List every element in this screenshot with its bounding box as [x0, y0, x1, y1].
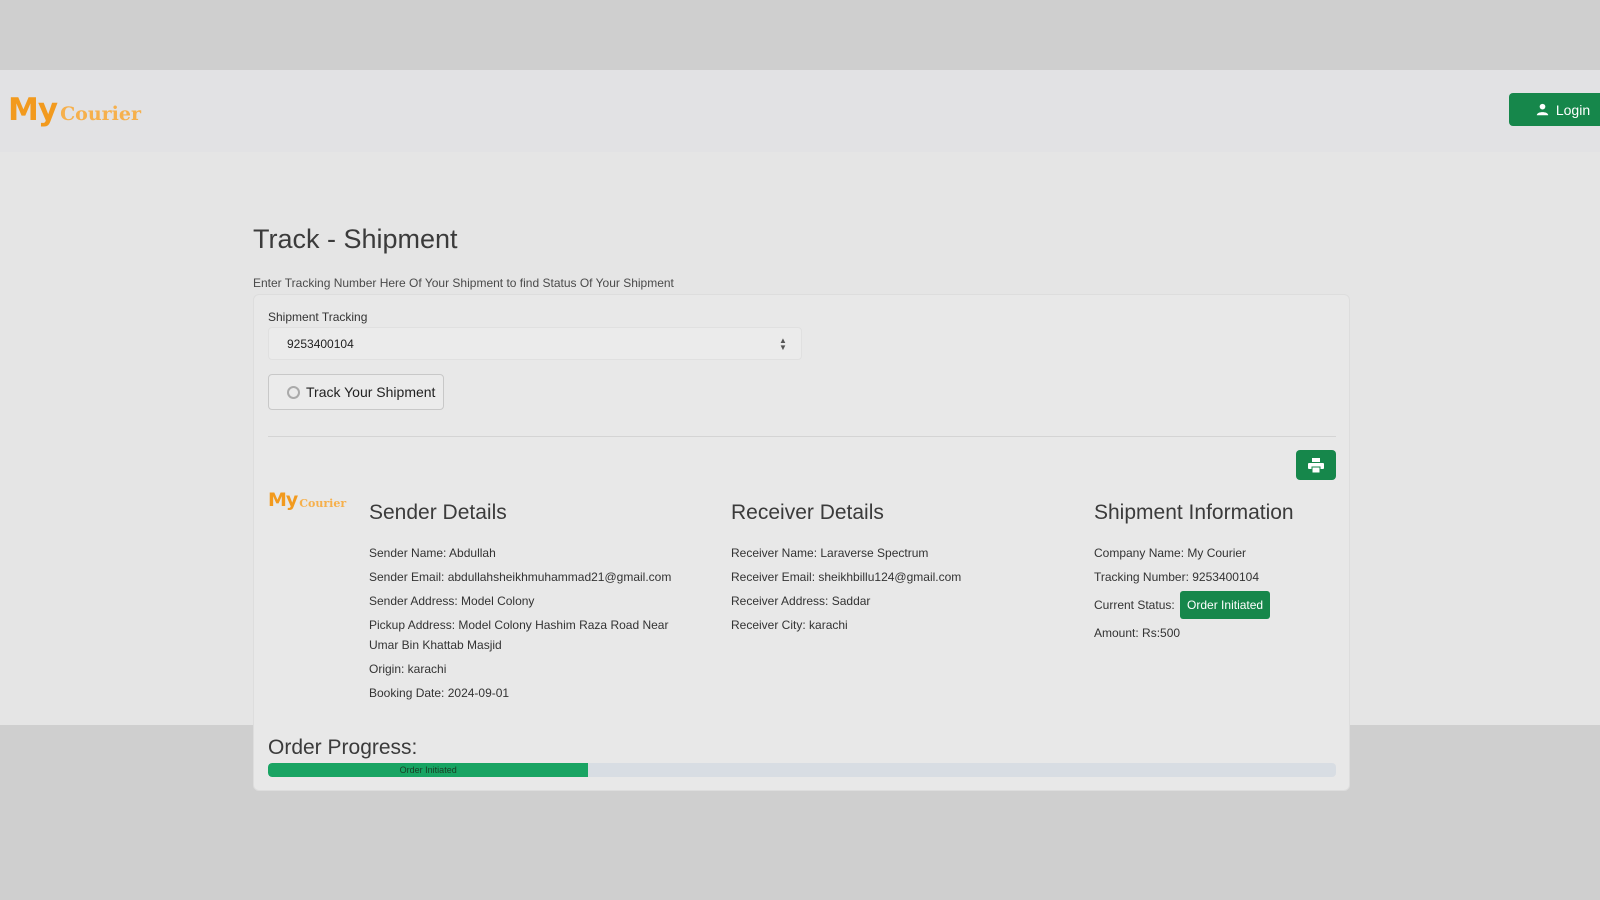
pickup-address: Pickup Address: Model Colony Hashim Raza…: [369, 618, 669, 652]
status-badge: Order Initiated: [1180, 591, 1271, 619]
company-name: Company Name: My Courier: [1094, 546, 1247, 560]
receipt-logo-my: My: [268, 489, 298, 511]
print-icon: [1308, 457, 1324, 473]
shipment-information: Shipment Information Company Name: My Co…: [1094, 501, 1334, 647]
receipt-logo: My Courier: [268, 491, 346, 510]
tracking-input[interactable]: [268, 327, 802, 360]
login-button[interactable]: Login: [1509, 93, 1600, 126]
order-progress-fill: Order Initiated: [268, 763, 589, 777]
current-status: Current Status: Order Initiated: [1094, 591, 1334, 619]
shipment-heading: Shipment Information: [1094, 501, 1294, 524]
booking-date: Booking Date: 2024-09-01: [369, 686, 510, 700]
logo-my: My: [8, 92, 58, 128]
sender-address: Sender Address: Model Colony: [369, 594, 535, 608]
page-subtitle: Enter Tracking Number Here Of Your Shipm…: [253, 276, 674, 290]
print-button[interactable]: [1296, 450, 1336, 480]
current-status-label: Current Status:: [1094, 598, 1175, 612]
receipt-logo-courier: Courier: [299, 496, 347, 510]
brand-logo[interactable]: My Courier: [8, 90, 141, 126]
amount: Amount: Rs:500: [1094, 626, 1181, 640]
order-progress-bar: Order Initiated: [268, 763, 1336, 777]
spinner-icon: [287, 385, 300, 399]
page-title: Track - Shipment: [253, 224, 458, 254]
logo-courier: Courier: [60, 103, 141, 126]
receiver-heading: Receiver Details: [731, 501, 884, 524]
user-icon: [1536, 103, 1549, 116]
receiver-city: Receiver City: karachi: [731, 618, 848, 632]
origin: Origin: karachi: [369, 662, 447, 676]
number-spinner-icon[interactable]: ▲ ▼: [778, 337, 788, 352]
receiver-name: Receiver Name: Laraverse Spectrum: [731, 546, 929, 560]
sender-details: Sender Details Sender Name: Abdullah Sen…: [369, 501, 689, 707]
sender-name: Sender Name: Abdullah: [369, 546, 496, 560]
sender-heading: Sender Details: [369, 501, 507, 524]
receiver-address: Receiver Address: Saddar: [731, 594, 871, 608]
tracking-card: Shipment Tracking ▲▼ Track Your Shipment…: [253, 294, 1350, 791]
tracking-label: Shipment Tracking: [268, 310, 368, 324]
track-button-label: Track Your Shipment: [306, 384, 436, 400]
receiver-details: Receiver Details Receiver Name: Laravers…: [731, 501, 1051, 639]
sender-email: Sender Email: abdullahsheikhmuhammad21@g…: [369, 570, 672, 584]
navbar: My Courier Login: [0, 70, 1600, 152]
app-window: My Courier Login Track - Shipment Enter …: [0, 70, 1600, 791]
login-label: Login: [1555, 101, 1591, 118]
tracking-number: Tracking Number: 9253400104: [1094, 570, 1259, 584]
order-progress-title: Order Progress:: [268, 736, 418, 759]
divider: [268, 436, 1336, 437]
track-shipment-button[interactable]: Track Your Shipment: [268, 374, 444, 410]
receiver-email: Receiver Email: sheikhbillu124@gmail.com: [731, 570, 962, 584]
